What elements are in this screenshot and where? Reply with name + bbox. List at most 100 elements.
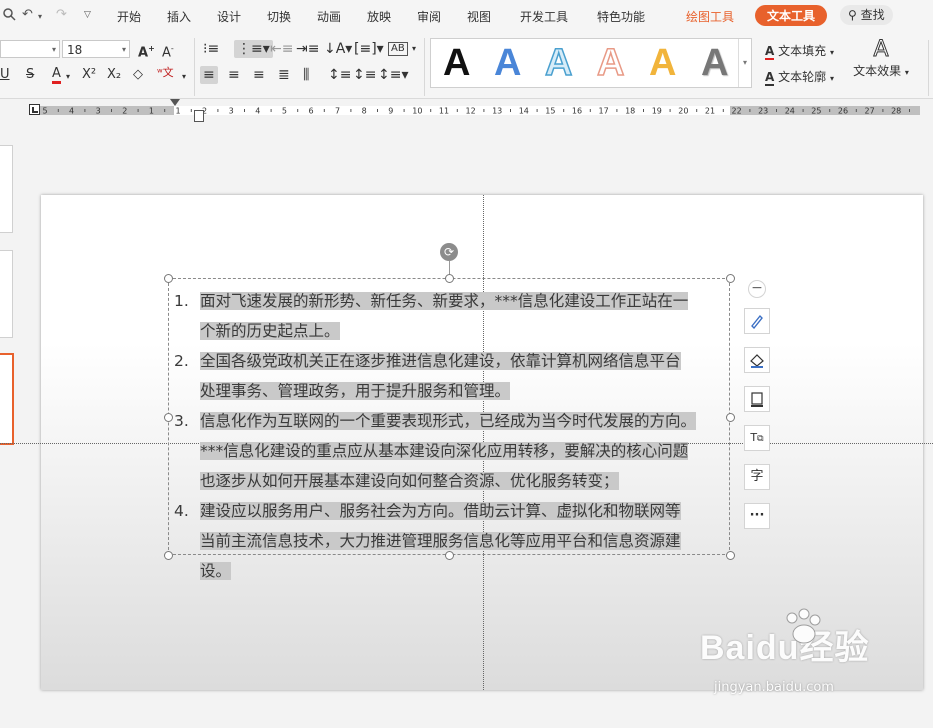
ruler-label: 15 (545, 107, 555, 116)
tab-drawing-tools[interactable]: 绘图工具 (686, 8, 734, 25)
bullet-list-icon[interactable]: ⁝≡ (203, 40, 219, 58)
list-line: 建设应以服务用户、服务社会为方向。借助云计算、虚拟化和物联网等 (200, 502, 681, 520)
ruler-label: 7 (335, 107, 340, 116)
distribute-icon[interactable]: ⫼ (303, 66, 309, 84)
list-item[interactable]: 3. 信息化作为互联网的一个重要表现形式，已经成为当今时代发展的方向。 ***信… (168, 406, 728, 496)
customize-toolbar-icon[interactable]: ▽ (84, 10, 91, 20)
horizontal-ruler[interactable]: 5 4 3 2 1 1 2 3 4 5 6 7 8 9 10 11 12 13 14 15 16 17 18 19 20 21 22… (0, 99, 933, 121)
tab-view[interactable]: 视图 (467, 8, 491, 25)
wordart-style-gold[interactable]: A (649, 41, 676, 85)
resize-handle-ne[interactable] (726, 274, 735, 283)
ruler-label: 1 (175, 107, 180, 116)
slide-thumbnail[interactable] (0, 250, 13, 338)
wordart-style-blue[interactable]: A (494, 41, 521, 85)
undo-icon[interactable]: ↶ (22, 7, 33, 22)
line-spacing-icon[interactable]: ↕≡ (328, 66, 351, 84)
hanging-indent-marker[interactable] (194, 110, 204, 122)
search-button[interactable]: ⚲ 查找 (840, 5, 893, 25)
align-center-icon[interactable]: ≡ (228, 66, 240, 84)
shrink-font-icon[interactable]: A- (162, 40, 174, 62)
superscript-icon[interactable]: X² (82, 66, 96, 84)
ruler-label: 14 (519, 107, 529, 116)
ruler-label: 2 (122, 107, 127, 116)
align-left-icon[interactable]: ≡ (200, 66, 218, 84)
ruler-label: 5 (282, 107, 287, 116)
underline-icon[interactable]: U (0, 66, 10, 84)
tab-design[interactable]: 设计 (217, 8, 241, 25)
text-format-icon[interactable]: 字 (744, 464, 770, 490)
list-item[interactable]: 1. 面对飞速发展的新形势、新任务、新要求，***信息化建设工作正站在一 个新的… (168, 286, 728, 346)
tab-special-features[interactable]: 特色功能 (597, 8, 645, 25)
font-name-combo[interactable]: ▾ (0, 40, 60, 58)
list-number: 4. (174, 502, 189, 520)
decrease-indent-icon[interactable]: ⇤≡ (270, 40, 293, 58)
search-doc-icon[interactable] (2, 7, 16, 25)
text-fill-button[interactable]: A 文本填充 ▾ (765, 42, 834, 60)
collapse-toolbar-icon[interactable]: − (748, 280, 766, 298)
shape-fill-icon[interactable] (744, 347, 770, 373)
text-wrap-icon[interactable]: T⧉ (744, 425, 770, 451)
ruler-label: 8 (362, 107, 367, 116)
numbered-text-list[interactable]: 1. 面对飞速发展的新形势、新任务、新要求，***信息化建设工作正站在一 个新的… (168, 286, 728, 586)
tab-insert[interactable]: 插入 (167, 8, 191, 25)
align-right-icon[interactable]: ≡ (253, 66, 265, 84)
convert-to-smartart-icon[interactable]: AB (388, 42, 408, 56)
ruler-label: 3 (96, 107, 101, 116)
grow-font-icon[interactable]: A+ (138, 40, 155, 62)
chevron-down-icon[interactable]: ▾ (66, 68, 70, 86)
gallery-more-icon[interactable]: ▾ (738, 39, 751, 87)
resize-handle-nw[interactable] (164, 274, 173, 283)
menu-bar: ↶ ▾ ↷ ▽ 开始 插入 设计 切换 动画 放映 审阅 视图 开发工具 特色功… (0, 0, 933, 32)
ruler-label: 25 (811, 107, 821, 116)
increase-indent-icon[interactable]: ⇥≡ (296, 40, 319, 58)
slide-thumbnail-active[interactable] (0, 353, 14, 445)
ruler-label: 3 (229, 107, 234, 116)
slide-thumbnail[interactable] (0, 145, 13, 233)
phonetic-guide-icon[interactable]: ʷ文 (157, 64, 174, 82)
tab-slideshow[interactable]: 放映 (367, 8, 391, 25)
rotate-handle-icon[interactable]: ⟳ (440, 243, 458, 261)
wordart-style-outline-orange[interactable]: A (596, 41, 625, 85)
tab-animation[interactable]: 动画 (317, 8, 341, 25)
list-item[interactable]: 2. 全国各级党政机关正在逐步推进信息化建设，依靠计算机网络信息平台 处理事务、… (168, 346, 728, 406)
numbered-list-icon[interactable]: ⋮≡▾ (234, 40, 273, 58)
tab-stop-selector[interactable] (29, 104, 40, 115)
redo-icon[interactable]: ↷ (56, 7, 67, 22)
shape-outline-icon[interactable] (744, 386, 770, 412)
strikethrough-icon[interactable]: S (26, 66, 34, 84)
font-size-value: 18 (67, 43, 83, 57)
wordart-style-gray[interactable]: A (701, 41, 728, 85)
list-item[interactable]: 4. 建设应以服务用户、服务社会为方向。借助云计算、虚拟化和物联网等 当前主流信… (168, 496, 728, 586)
wordart-style-gallery[interactable]: A A A A A A ▾ (430, 38, 752, 88)
first-line-indent-marker[interactable] (170, 99, 180, 106)
paragraph-settings-icon[interactable]: ↕≡▾ (378, 66, 409, 84)
font-color-icon[interactable]: A (52, 66, 61, 84)
wordart-style-outline-blue[interactable]: A (544, 41, 573, 85)
text-outline-button[interactable]: A 文本轮廓 ▾ (765, 68, 834, 86)
undo-dropdown-icon[interactable]: ▾ (38, 12, 42, 21)
wordart-style-black[interactable]: A (443, 41, 470, 85)
tab-review[interactable]: 审阅 (417, 8, 441, 25)
align-text-icon[interactable]: [≡]▾ (354, 40, 384, 58)
tab-text-tools[interactable]: 文本工具 (755, 5, 828, 26)
clear-format-icon[interactable]: ◇ (133, 66, 143, 84)
list-line: ***信息化建设的重点应从基本建设向深化应用转移，要解决的核心问题 (200, 442, 689, 460)
justify-icon[interactable]: ≣ (278, 66, 290, 84)
chevron-down-icon[interactable]: ▾ (182, 68, 186, 86)
subscript-icon[interactable]: X₂ (107, 66, 121, 84)
more-options-icon[interactable]: ··· (744, 503, 770, 529)
font-size-combo[interactable]: 18 ▾ (62, 40, 130, 58)
chevron-down-icon[interactable]: ▾ (412, 40, 416, 58)
text-direction-icon[interactable]: ↓A▾ (324, 40, 352, 58)
watermark: Baidu经验 jingyan.baidu.com (700, 608, 869, 695)
resize-handle-n[interactable] (445, 274, 454, 283)
list-line: 全国各级党政机关正在逐步推进信息化建设，依靠计算机网络信息平台 (200, 352, 681, 370)
text-effect-button[interactable]: A 文本效果 ▾ (851, 37, 911, 79)
tab-transition[interactable]: 切换 (267, 8, 291, 25)
ruler-label: 22 (732, 107, 742, 116)
tab-developer[interactable]: 开发工具 (520, 8, 568, 25)
shape-style-icon[interactable] (744, 308, 770, 334)
paragraph-spacing-icon[interactable]: ↕≡ (353, 66, 376, 84)
tab-start[interactable]: 开始 (117, 8, 141, 25)
divider (194, 38, 195, 96)
